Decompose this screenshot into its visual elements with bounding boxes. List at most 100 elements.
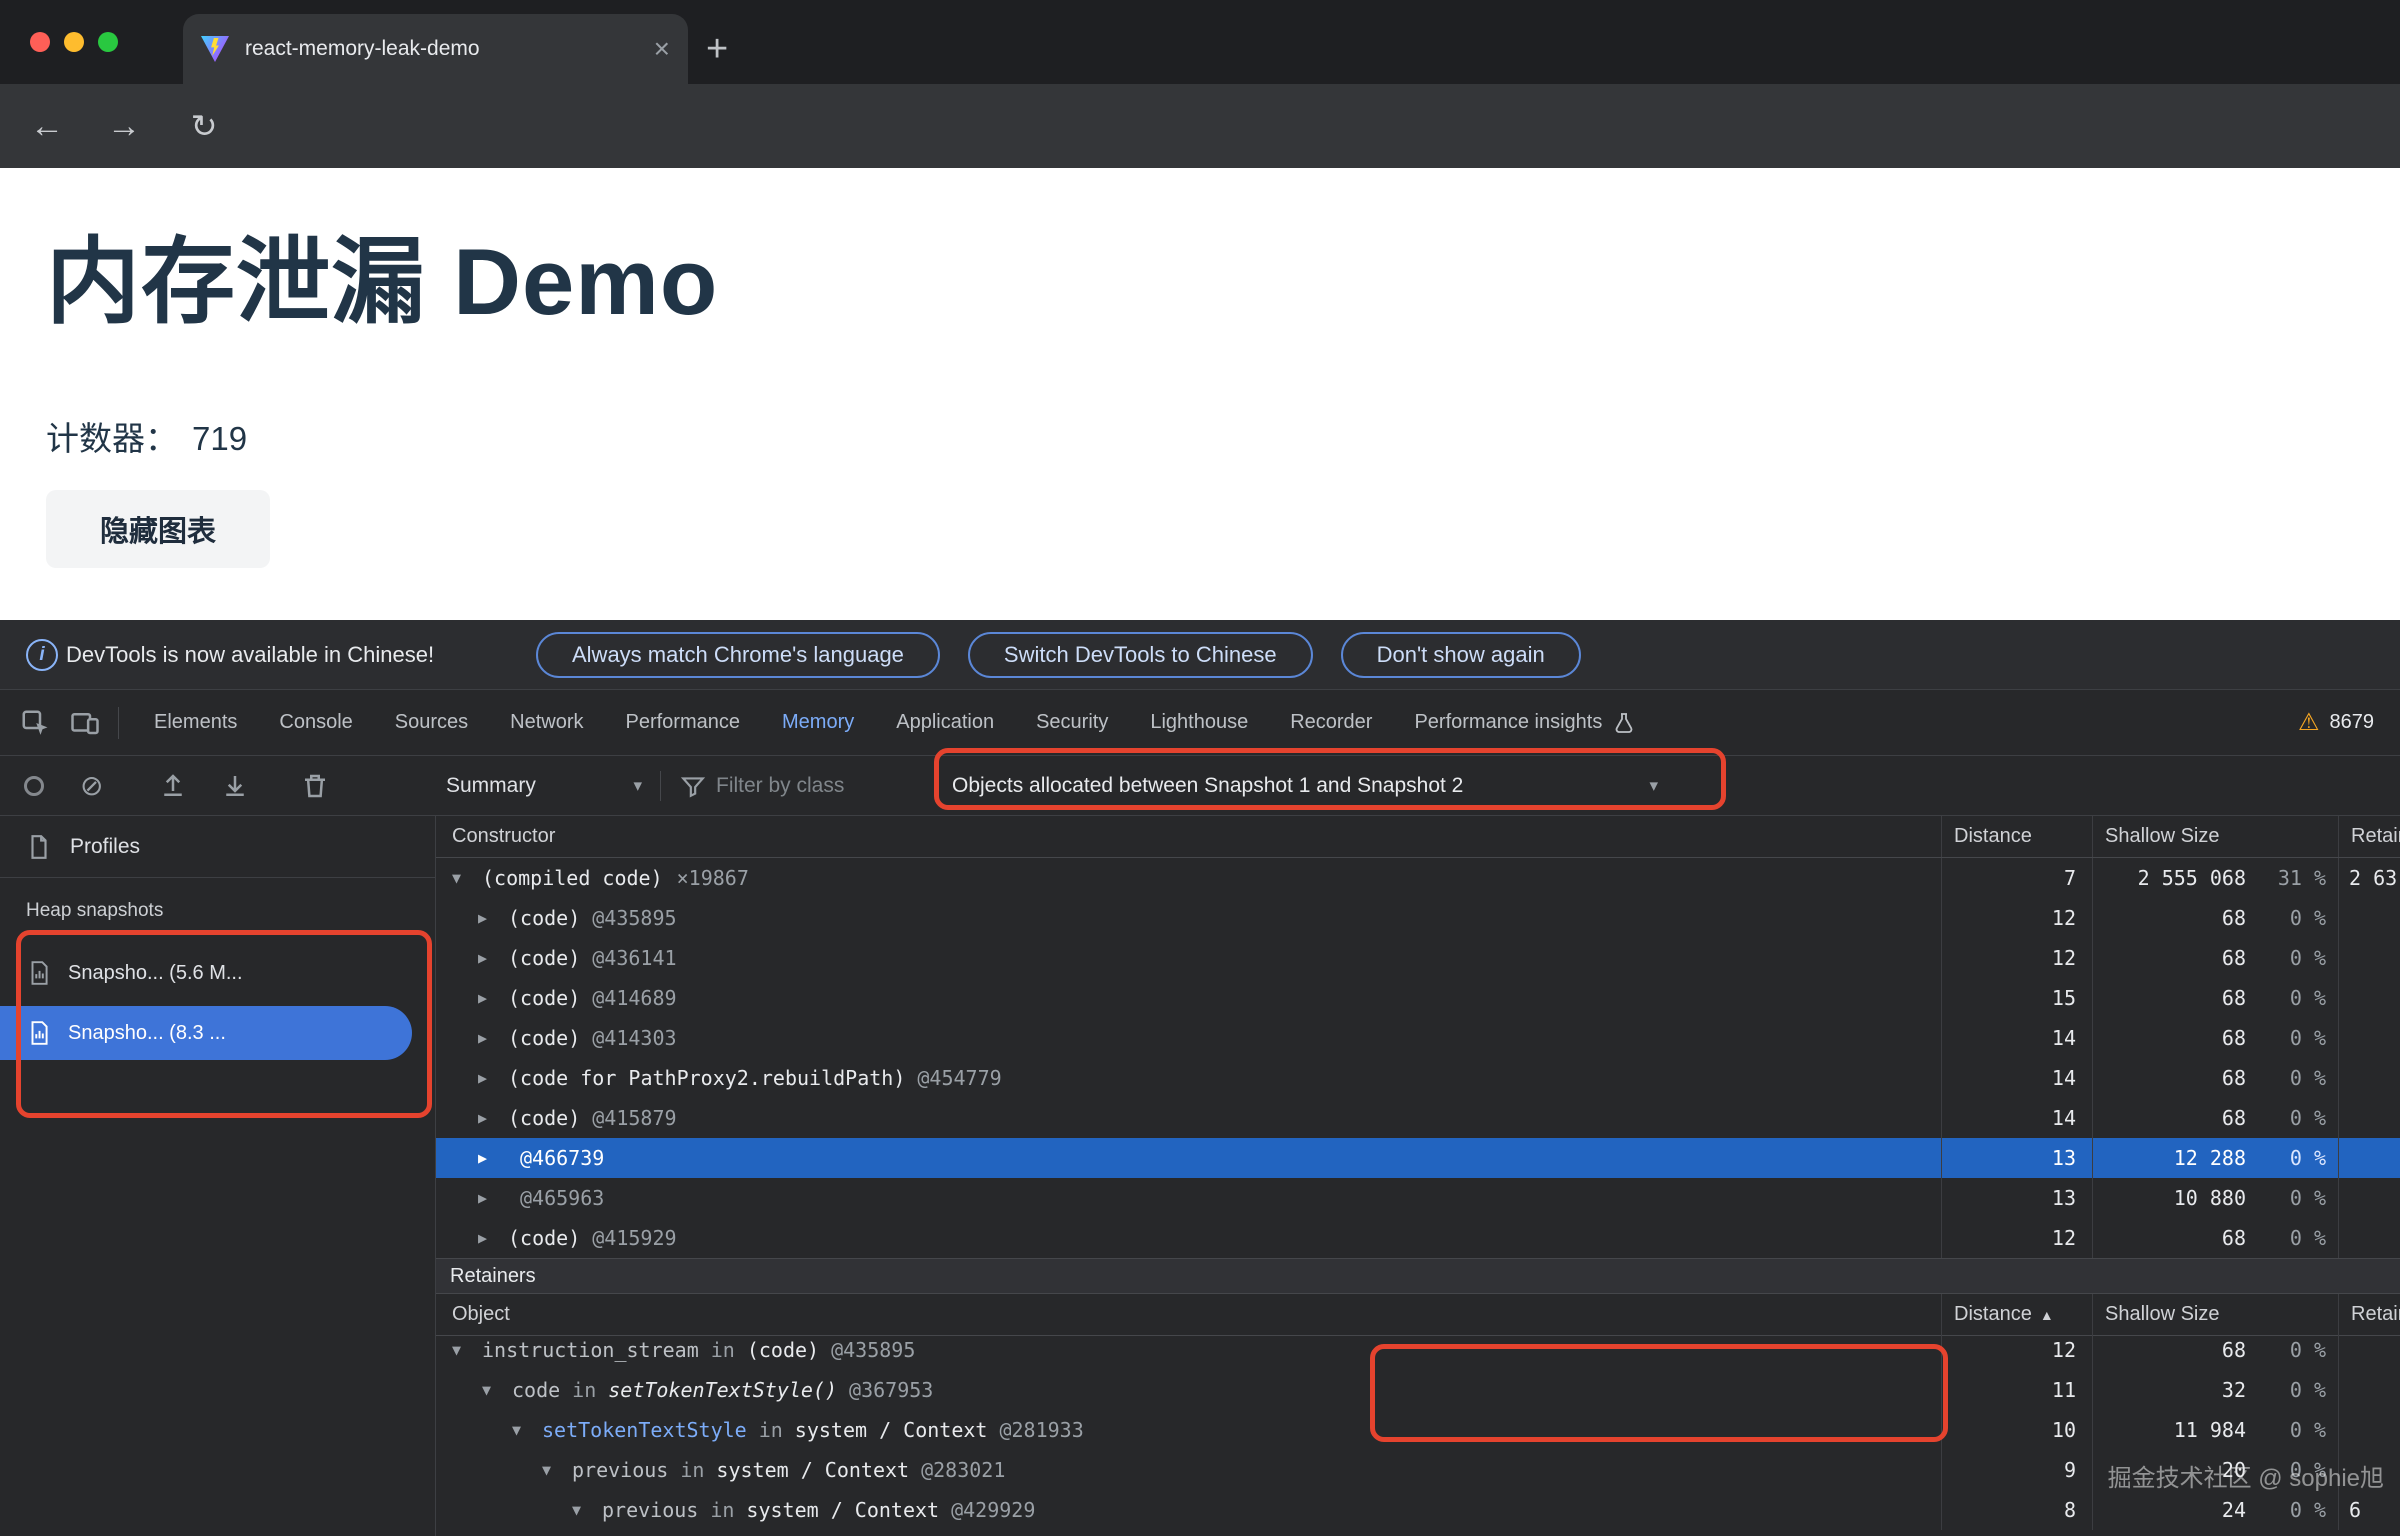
counter-label: 计数器：	[46, 420, 178, 457]
collect-garbage-icon[interactable]	[300, 771, 330, 801]
device-toolbar-icon[interactable]	[70, 708, 100, 738]
forward-button[interactable]: →	[102, 84, 146, 168]
sidebar-item-profiles[interactable]: Profiles	[0, 816, 436, 878]
banner-button[interactable]: Switch DevTools to Chinese	[968, 632, 1313, 678]
shallow-size-column-header[interactable]: Shallow Size	[2092, 816, 2338, 857]
retainers-section-title: Retainers	[436, 1258, 2400, 1294]
shallow-percent: 0 %	[2246, 1418, 2338, 1442]
new-tab-button[interactable]: +	[706, 22, 728, 76]
retainer-row[interactable]: ▼codeinsetTokenTextStyle()@36795311320 %	[436, 1370, 2400, 1410]
retainers-retained-column-header[interactable]: Retained Size	[2338, 1294, 2400, 1335]
devtools-tabbar: ElementsConsoleSourcesNetwork Performance…	[0, 690, 2400, 756]
retained-size-column-header[interactable]: Retained Size	[2338, 816, 2400, 857]
shallow-cell: 680 %	[2092, 1330, 2338, 1370]
tab-title: react-memory-leak-demo	[245, 37, 654, 61]
page-content: 内存泄漏 Demo 计数器：719 隐藏图表	[0, 168, 2400, 620]
shallow-value: 68	[2093, 1226, 2246, 1250]
counter-line: 计数器：719	[46, 412, 247, 460]
save-profile-icon[interactable]	[220, 771, 250, 801]
heap-snapshot-item[interactable]: Snapsho... (5.6 M...	[0, 946, 412, 1000]
distance-cell: 10	[1941, 1410, 2092, 1450]
heap-snapshots-section-label: Heap snapshots	[26, 900, 163, 922]
devtools-tab-network[interactable]: Network	[489, 690, 604, 755]
retainer-row[interactable]: ▼instruction_streamin(code)@43589512680 …	[436, 1330, 2400, 1370]
retainer-row[interactable]: ▼setTokenTextStyleinsystem / Context@281…	[436, 1410, 2400, 1450]
devtools-tab-memory[interactable]: Memory	[761, 690, 875, 755]
constructor-row[interactable]: ▶(code)@41468915680 %	[436, 978, 2400, 1018]
clear-profiles-icon[interactable]: ⊘	[80, 772, 103, 800]
hide-chart-button[interactable]: 隐藏图表	[46, 490, 270, 568]
class-filter-input[interactable]	[716, 774, 956, 798]
devtools-tab-recorder[interactable]: Recorder	[1269, 690, 1393, 755]
tree-toggle-icon[interactable]: ▶	[478, 1069, 508, 1087]
shallow-cell: 680 %	[2092, 1018, 2338, 1058]
tree-toggle-icon[interactable]: ▶	[478, 949, 508, 967]
browser-tab[interactable]: react-memory-leak-demo ×	[183, 14, 688, 84]
constructor-row[interactable]: ▶@4659631310 8800 %	[436, 1178, 2400, 1218]
shallow-percent: 0 %	[2246, 986, 2338, 1010]
constructor-row[interactable]: ▶(code)@41592912680 %	[436, 1218, 2400, 1258]
devtools-tab-performance[interactable]: Performance	[605, 690, 762, 755]
devtools-tab-console[interactable]: Console	[258, 690, 373, 755]
tree-toggle-icon[interactable]: ▶	[478, 1189, 508, 1207]
load-profile-icon[interactable]	[158, 771, 188, 801]
retainer-keyword: in	[572, 1378, 596, 1402]
constructor-row[interactable]: ▶(code)@41430314680 %	[436, 1018, 2400, 1058]
constructor-row[interactable]: ▼(compiled code)×1986772 555 06831 %2 63	[436, 858, 2400, 898]
devtools-tab-security[interactable]: Security	[1015, 690, 1129, 755]
object-address: @367953	[849, 1378, 933, 1402]
issues-badge[interactable]: ⚠ 8679	[2298, 708, 2374, 737]
banner-button[interactable]: Always match Chrome's language	[536, 632, 940, 678]
retained-cell: 2 63	[2338, 858, 2400, 898]
tree-toggle-icon[interactable]: ▼	[512, 1421, 542, 1439]
devtools-tab-elements[interactable]: Elements	[133, 690, 258, 755]
back-button[interactable]: ←	[25, 84, 69, 168]
shallow-value: 12 288	[2093, 1146, 2246, 1170]
tab-close-icon[interactable]: ×	[654, 35, 670, 63]
tree-toggle-icon[interactable]: ▶	[478, 1229, 508, 1247]
retainers-shallow-column-header[interactable]: Shallow Size	[2092, 1294, 2338, 1335]
allocation-range-select[interactable]: Objects allocated between Snapshot 1 and…	[952, 774, 1658, 798]
retainer-property: previous	[572, 1458, 668, 1482]
object-address: @415929	[592, 1226, 676, 1250]
tree-toggle-icon[interactable]: ▶	[478, 1029, 508, 1047]
constructor-row[interactable]: ▶(code)@43589512680 %	[436, 898, 2400, 938]
toolbar-divider	[660, 771, 661, 801]
devtools-tab-lighthouse[interactable]: Lighthouse	[1129, 690, 1269, 755]
constructor-row[interactable]: ▶@4667391312 2880 %	[436, 1138, 2400, 1178]
tree-toggle-icon[interactable]: ▼	[452, 869, 482, 887]
inspect-element-icon[interactable]	[20, 708, 50, 738]
perspective-select[interactable]: Summary ▾	[446, 774, 642, 798]
object-address: @283021	[921, 1458, 1005, 1482]
constructor-row[interactable]: ▶(code)@43614112680 %	[436, 938, 2400, 978]
minimize-window-button[interactable]	[64, 32, 84, 52]
tree-toggle-icon[interactable]: ▶	[478, 909, 508, 927]
reload-button[interactable]: ↻	[182, 84, 226, 168]
devtools-tab-performance-insights[interactable]: Performance insights	[1393, 690, 1657, 755]
tree-toggle-icon[interactable]: ▼	[572, 1501, 602, 1519]
close-window-button[interactable]	[30, 32, 50, 52]
distance-column-header[interactable]: Distance	[1941, 816, 2092, 857]
devtools-tab-sources[interactable]: Sources	[374, 690, 489, 755]
record-heap-snapshot-icon[interactable]	[24, 776, 44, 796]
tree-toggle-icon[interactable]: ▶	[478, 1149, 508, 1167]
tree-toggle-icon[interactable]: ▼	[482, 1381, 512, 1399]
retainer-row[interactable]: ▼previousinsystem / Context@4299298240 %…	[436, 1490, 2400, 1530]
heap-snapshot-item[interactable]: Snapsho... (8.3 ...	[0, 1006, 412, 1060]
tree-toggle-icon[interactable]: ▶	[478, 989, 508, 1007]
constructor-column-header[interactable]: Constructor	[436, 816, 1941, 857]
banner-button[interactable]: Don't show again	[1341, 632, 1581, 678]
retainer-row[interactable]: ▼previousinsystem / Context@2830219200 %	[436, 1450, 2400, 1490]
constructor-row[interactable]: ▶(code)@41587914680 %	[436, 1098, 2400, 1138]
constructor-row[interactable]: ▶(code for PathProxy2.rebuildPath)@45477…	[436, 1058, 2400, 1098]
tree-toggle-icon[interactable]: ▶	[478, 1109, 508, 1127]
retainers-distance-column-header[interactable]: Distance ▲	[1941, 1294, 2092, 1335]
retainer-target: system / Context	[795, 1418, 988, 1442]
tree-toggle-icon[interactable]: ▼	[452, 1341, 482, 1359]
zoom-window-button[interactable]	[98, 32, 118, 52]
devtools-tab-label: Performance	[626, 711, 741, 734]
object-column-header[interactable]: Object	[436, 1294, 1941, 1335]
devtools-tab-application[interactable]: Application	[875, 690, 1015, 755]
tree-toggle-icon[interactable]: ▼	[542, 1461, 572, 1479]
distance-cell: 13	[1941, 1178, 2092, 1218]
